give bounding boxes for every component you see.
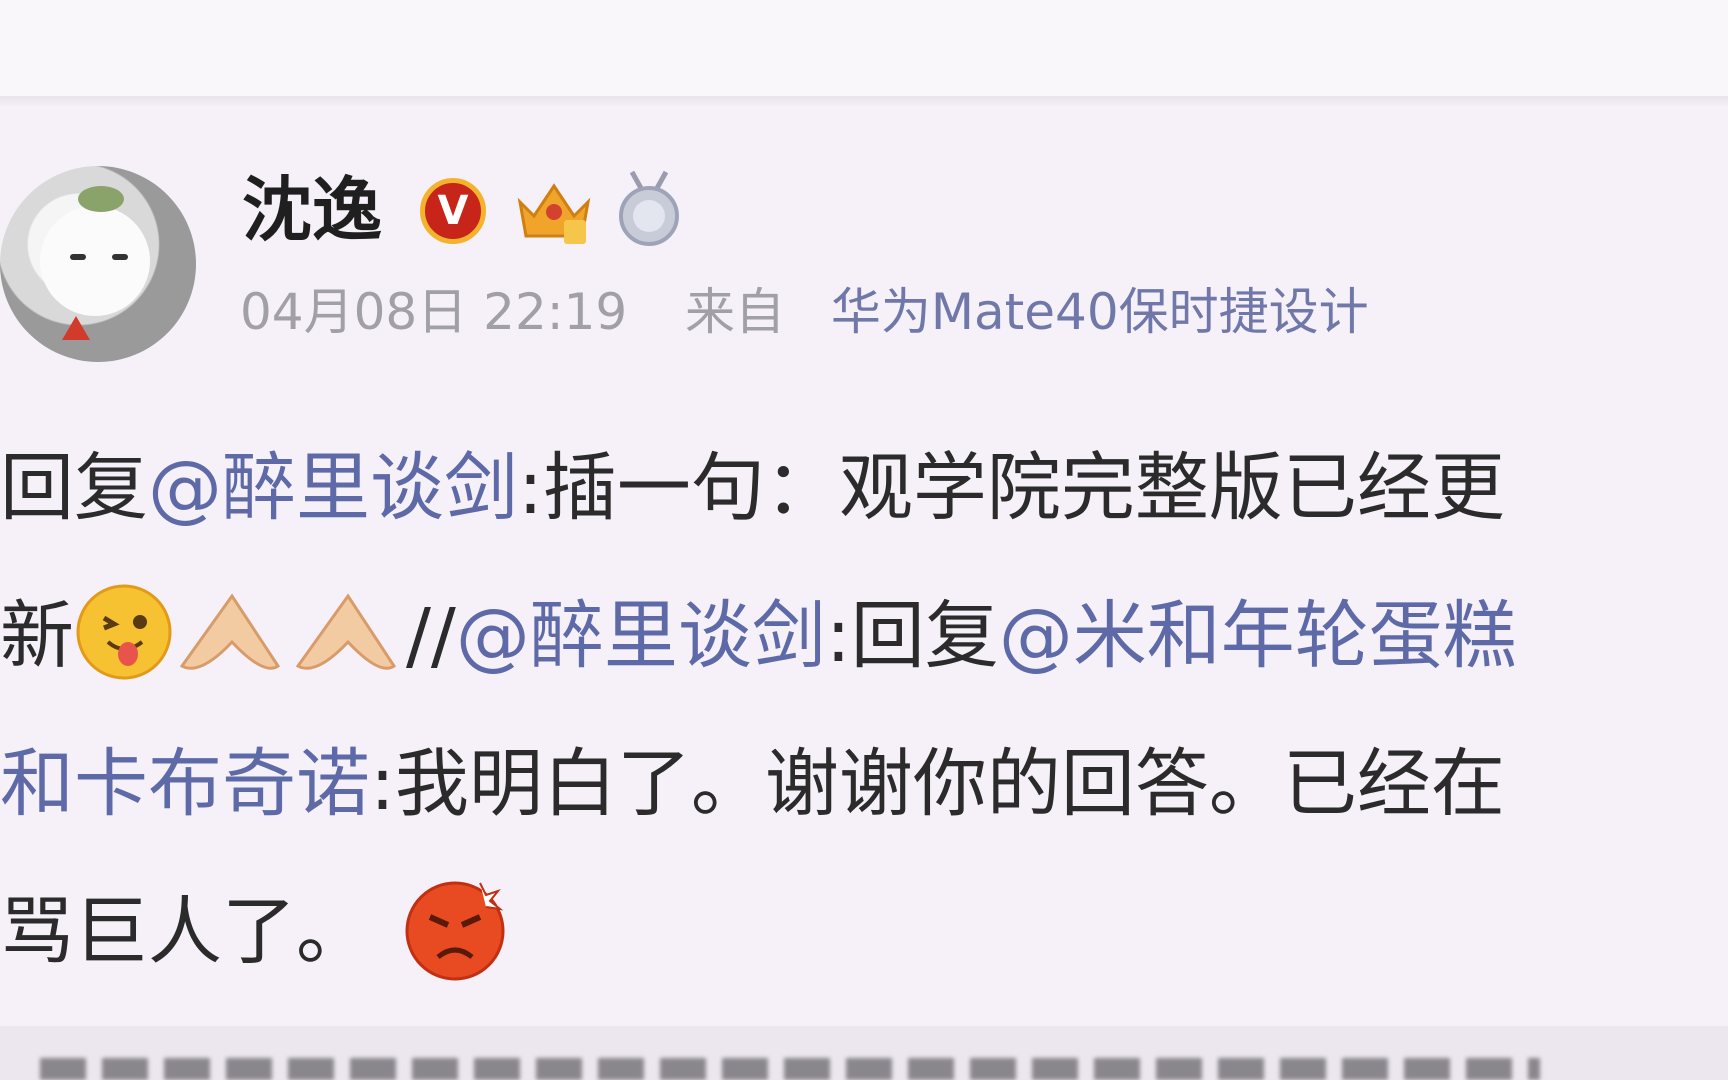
content-text: 骂巨人了。 [0,889,370,975]
verified-badge-icon[interactable]: V [420,178,486,244]
author-name[interactable]: 沈逸 [242,168,382,252]
avatar-eye-left [70,254,86,260]
tongue-emoji-icon [76,584,172,680]
content-line-2: 新 //@醉里谈剑:回复@米和年轮蛋糕 [0,562,1728,710]
pray-hands-icon [295,593,397,671]
post-divider [0,96,1728,106]
avatar-face [40,206,150,316]
next-post-text-cut [40,1058,1540,1080]
pray-hands-icon [179,593,281,671]
from-label: 来自 [685,283,786,341]
medal-badge-icon[interactable] [612,168,686,248]
avatar[interactable] [0,166,196,362]
angry-emoji-icon [405,881,505,981]
mention-link[interactable]: @米和年轮蛋糕 [999,593,1517,679]
post-content: 回复@醉里谈剑:插一句：观学院完整版已经更 新 //@醉里谈剑:回复@米和年轮蛋… [0,414,1728,1006]
content-line-3: 和卡布奇诺:我明白了。谢谢你的回答。已经在 [0,710,1728,858]
content-text: :我明白了。谢谢你的回答。已经在 [370,741,1505,827]
content-text: 新 [0,593,74,679]
mention-link[interactable]: 和卡布奇诺 [0,741,370,827]
crown-badge-icon[interactable] [514,172,594,248]
mention-link[interactable]: @醉里谈剑 [456,593,826,679]
avatar-eye-right [112,254,128,260]
post-date: 04月08日 22:19 [240,283,628,341]
content-line-4: 骂巨人了。 [0,858,1728,1006]
previous-post-area [0,0,1728,100]
content-line-1: 回复@醉里谈剑:插一句：观学院完整版已经更 [0,414,1728,562]
avatar-leaf [78,186,124,212]
post-source-link[interactable]: 华为Mate40保时捷设计 [831,283,1369,341]
reply-prefix: 回复 [0,445,148,531]
post-meta: 04月08日 22:19 来自 华为Mate40保时捷设计 [240,280,1369,344]
reply-text: :回复 [825,593,999,679]
forward-separator: // [406,593,456,679]
avatar-flag [62,316,90,340]
content-text: :插一句：观学院完整版已经更 [518,445,1505,531]
mention-link[interactable]: @醉里谈剑 [148,445,518,531]
